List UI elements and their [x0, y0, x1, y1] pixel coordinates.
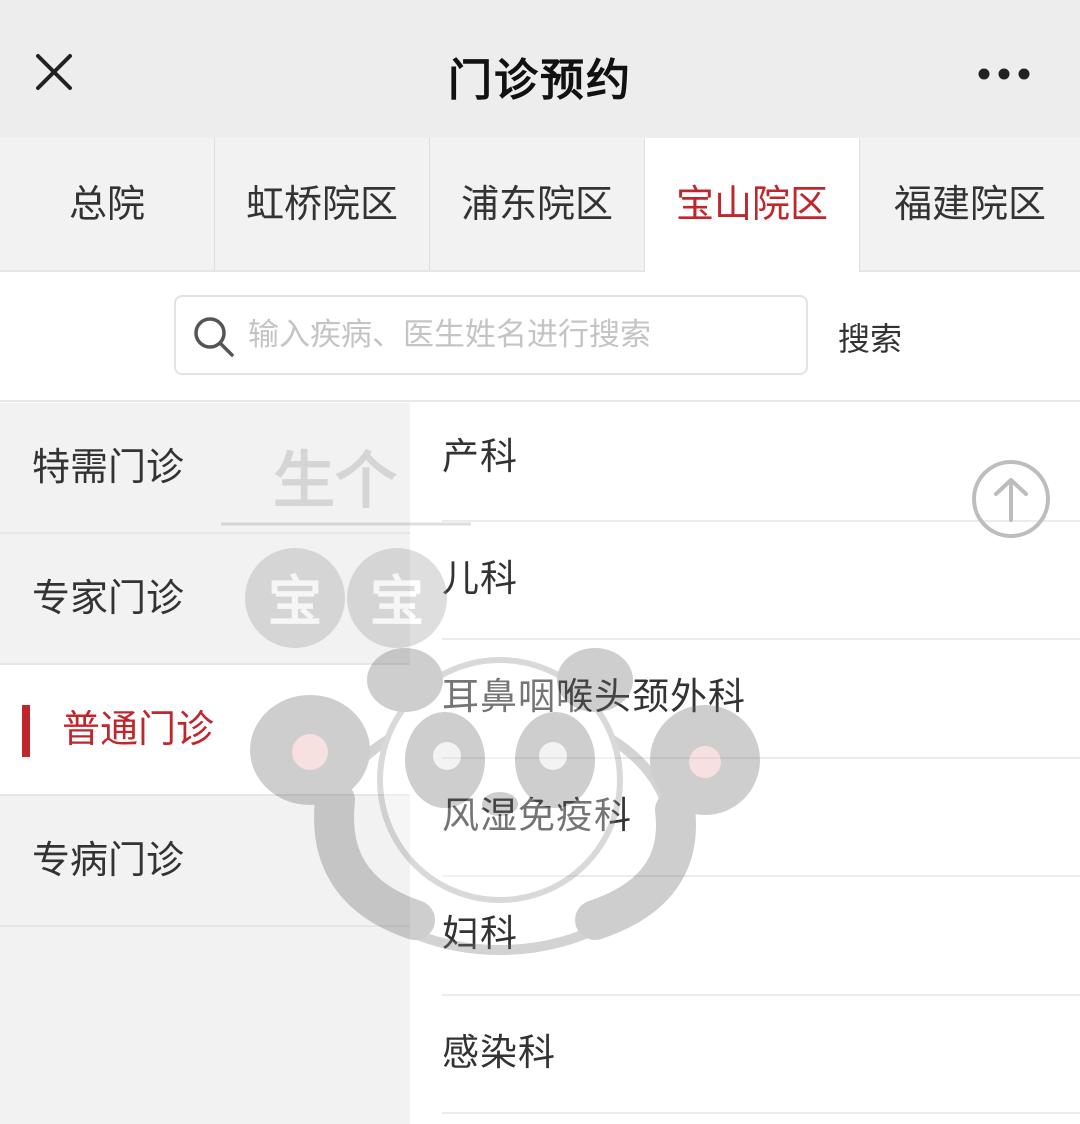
page-title: 门诊预约: [448, 55, 632, 106]
campus-tabs: 总院 虹桥院区 浦东院区 宝山院区 福建院区: [0, 138, 1080, 272]
category-item-disease[interactable]: 专病门诊: [0, 796, 410, 927]
scroll-top-button[interactable]: [970, 458, 1052, 540]
category-label: 专病门诊: [32, 838, 185, 882]
category-item-general[interactable]: 普通门诊: [0, 665, 410, 796]
search-box[interactable]: [174, 295, 808, 375]
more-dots-icon[interactable]: [972, 56, 1036, 92]
tab-campus-main[interactable]: 总院: [0, 138, 215, 270]
tab-campus-hongqiao[interactable]: 虹桥院区: [215, 138, 430, 270]
list-item[interactable]: 风湿免疫科: [442, 759, 1080, 877]
tab-campus-fujian[interactable]: 福建院区: [860, 138, 1080, 270]
search-bar: 搜索: [0, 272, 1080, 402]
category-label: 专家门诊: [32, 576, 185, 620]
category-sidebar: 特需门诊 专家门诊 普通门诊 专病门诊: [0, 403, 410, 1124]
tab-campus-pudong[interactable]: 浦东院区: [430, 138, 645, 270]
top-bar: 门诊预约: [0, 0, 1080, 138]
tab-campus-baoshan[interactable]: 宝山院区: [645, 138, 860, 272]
category-item-special[interactable]: 特需门诊: [0, 403, 410, 534]
active-indicator: [22, 705, 30, 757]
search-input[interactable]: [248, 309, 788, 361]
category-label: 特需门诊: [32, 445, 185, 489]
list-item[interactable]: 妇科: [442, 877, 1080, 996]
search-icon: [190, 313, 238, 361]
category-item-expert[interactable]: 专家门诊: [0, 534, 410, 665]
arrow-up-icon: [972, 460, 1050, 538]
list-item[interactable]: 感染科: [442, 996, 1080, 1114]
search-button[interactable]: 搜索: [838, 314, 902, 360]
list-item[interactable]: 耳鼻咽喉头颈外科: [442, 640, 1080, 759]
category-label: 普通门诊: [62, 707, 215, 751]
